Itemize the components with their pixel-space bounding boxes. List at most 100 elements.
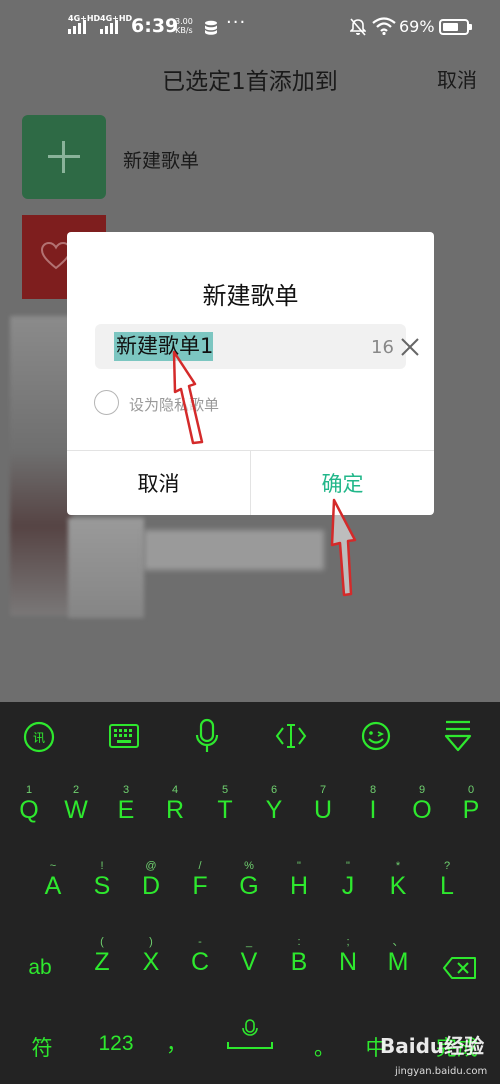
key-hint: 3: [122, 784, 130, 796]
space-bar-microphone-icon[interactable]: [226, 1018, 274, 1052]
key-hint: 4: [171, 784, 179, 796]
status-bar: 4G+HD 4G+HD 6:39 3.00 KB/s ··· 69%: [0, 0, 500, 56]
ab-switch-key[interactable]: ab: [20, 956, 60, 980]
key-o[interactable]: 9O: [407, 784, 437, 824]
key-z[interactable]: (Z: [87, 936, 117, 976]
dialog-cancel-button[interactable]: 取消: [67, 450, 250, 515]
new-playlist-label[interactable]: 新建歌单: [123, 146, 199, 173]
key-a[interactable]: ~ A: [38, 860, 68, 900]
key-label: Y: [265, 796, 283, 824]
number-key[interactable]: 123: [94, 1032, 138, 1056]
playlist-name-value[interactable]: 新建歌单1: [114, 332, 214, 361]
key-hint: ;: [346, 936, 350, 948]
key-k[interactable]: * K: [383, 860, 413, 900]
key-r[interactable]: 4R: [160, 784, 190, 824]
microphone-icon[interactable]: [195, 718, 219, 754]
key-v[interactable]: _ V: [234, 936, 264, 976]
clear-input-icon[interactable]: [400, 337, 420, 357]
key-w[interactable]: 2W: [61, 784, 91, 824]
key-label: S: [93, 872, 111, 900]
key-label: Q: [19, 796, 39, 824]
key-hint: :: [297, 936, 301, 948]
network-speed-value: 3.00: [175, 17, 193, 26]
private-playlist-label[interactable]: 设为隐私歌单: [129, 394, 219, 415]
backspace-icon[interactable]: [442, 956, 478, 980]
key-u[interactable]: 7U: [308, 784, 338, 824]
keyboard-icon[interactable]: [108, 723, 140, 749]
key-l[interactable]: ? L: [432, 860, 462, 900]
blurred-playlist-cover: [10, 316, 72, 616]
key-label: E: [117, 796, 135, 824]
key-hint: -: [198, 936, 202, 948]
key-s[interactable]: ! S: [87, 860, 117, 900]
database-icon: [205, 20, 217, 35]
key-hint: *: [395, 860, 401, 872]
key-label: L: [440, 872, 454, 900]
more-notifications-icon: ···: [226, 12, 247, 33]
key-label: D: [141, 872, 161, 900]
key-y[interactable]: 6Y: [259, 784, 289, 824]
comma-key[interactable]: ，: [166, 1028, 187, 1058]
key-n[interactable]: ; N: [333, 936, 363, 976]
key-hint: @: [145, 860, 157, 872]
key-hint: _: [245, 936, 253, 948]
header-cancel-button[interactable]: 取消: [437, 64, 477, 93]
key-g[interactable]: % G: [234, 860, 264, 900]
key-label: R: [165, 796, 185, 824]
key-label: F: [192, 872, 208, 900]
key-x[interactable]: ) X: [136, 936, 166, 976]
key-hint: %: [244, 860, 254, 872]
key-h[interactable]: " H: [284, 860, 314, 900]
key-hint: 5: [221, 784, 229, 796]
page-title: 已选定1首添加到: [162, 69, 338, 95]
key-t[interactable]: 5T: [210, 784, 240, 824]
key-q[interactable]: 1Q: [14, 784, 44, 824]
network-speed-unit: KB/s: [175, 26, 193, 35]
cursor-icon[interactable]: [275, 722, 307, 750]
blurred-playlist-title: [144, 530, 324, 570]
key-j[interactable]: " J: [333, 860, 363, 900]
key-label: A: [44, 872, 62, 900]
symbol-key[interactable]: 符: [24, 1032, 60, 1062]
key-m[interactable]: 、 M: [383, 936, 413, 976]
dialog-confirm-button[interactable]: 确定: [251, 450, 434, 515]
key-e[interactable]: 3E: [111, 784, 141, 824]
key-hint: ": [297, 860, 301, 872]
key-hint: 8: [369, 784, 377, 796]
key-label: W: [64, 796, 88, 824]
key-hint: 6: [270, 784, 278, 796]
key-p[interactable]: 0P: [456, 784, 486, 824]
voice-input-logo-icon[interactable]: 讯: [22, 721, 56, 753]
key-label: M: [387, 948, 409, 976]
network-speed: 3.00 KB/s: [175, 17, 193, 35]
key-hint: 7: [319, 784, 327, 796]
key-label: O: [412, 796, 432, 824]
key-hint: ": [346, 860, 350, 872]
private-playlist-radio[interactable]: [94, 390, 119, 415]
key-f[interactable]: / F: [185, 860, 215, 900]
emoji-icon[interactable]: [360, 720, 392, 752]
key-label: B: [290, 948, 308, 976]
key-label: I: [369, 796, 377, 824]
signal-sim1-icon: 4G+HD: [68, 14, 100, 36]
watermark-url: jingyan.baidu.com: [395, 1066, 488, 1077]
mute-bell-icon: [350, 18, 366, 36]
key-hint: ): [149, 936, 153, 948]
playlist-name-input[interactable]: 新建歌单1 16: [95, 324, 419, 369]
remaining-char-counter: 16: [371, 337, 394, 358]
battery-icon: [439, 19, 472, 35]
key-label: G: [239, 872, 259, 900]
new-playlist-plus-icon[interactable]: [22, 115, 106, 199]
key-d[interactable]: @ D: [136, 860, 166, 900]
period-key[interactable]: 。: [314, 1032, 335, 1062]
key-c[interactable]: -C: [185, 936, 215, 976]
key-label: J: [341, 872, 355, 900]
key-hint: 2: [72, 784, 80, 796]
key-hint: 、: [392, 936, 404, 948]
hide-keyboard-icon[interactable]: [443, 718, 473, 754]
key-i[interactable]: 8I: [358, 784, 388, 824]
key-label: H: [289, 872, 309, 900]
soft-keyboard: 讯 1Q 2W 3E 4R 5T 6Y 7U 8I 9O 0P ~A !S: [0, 702, 500, 1084]
key-label: N: [338, 948, 358, 976]
key-b[interactable]: :B: [284, 936, 314, 976]
